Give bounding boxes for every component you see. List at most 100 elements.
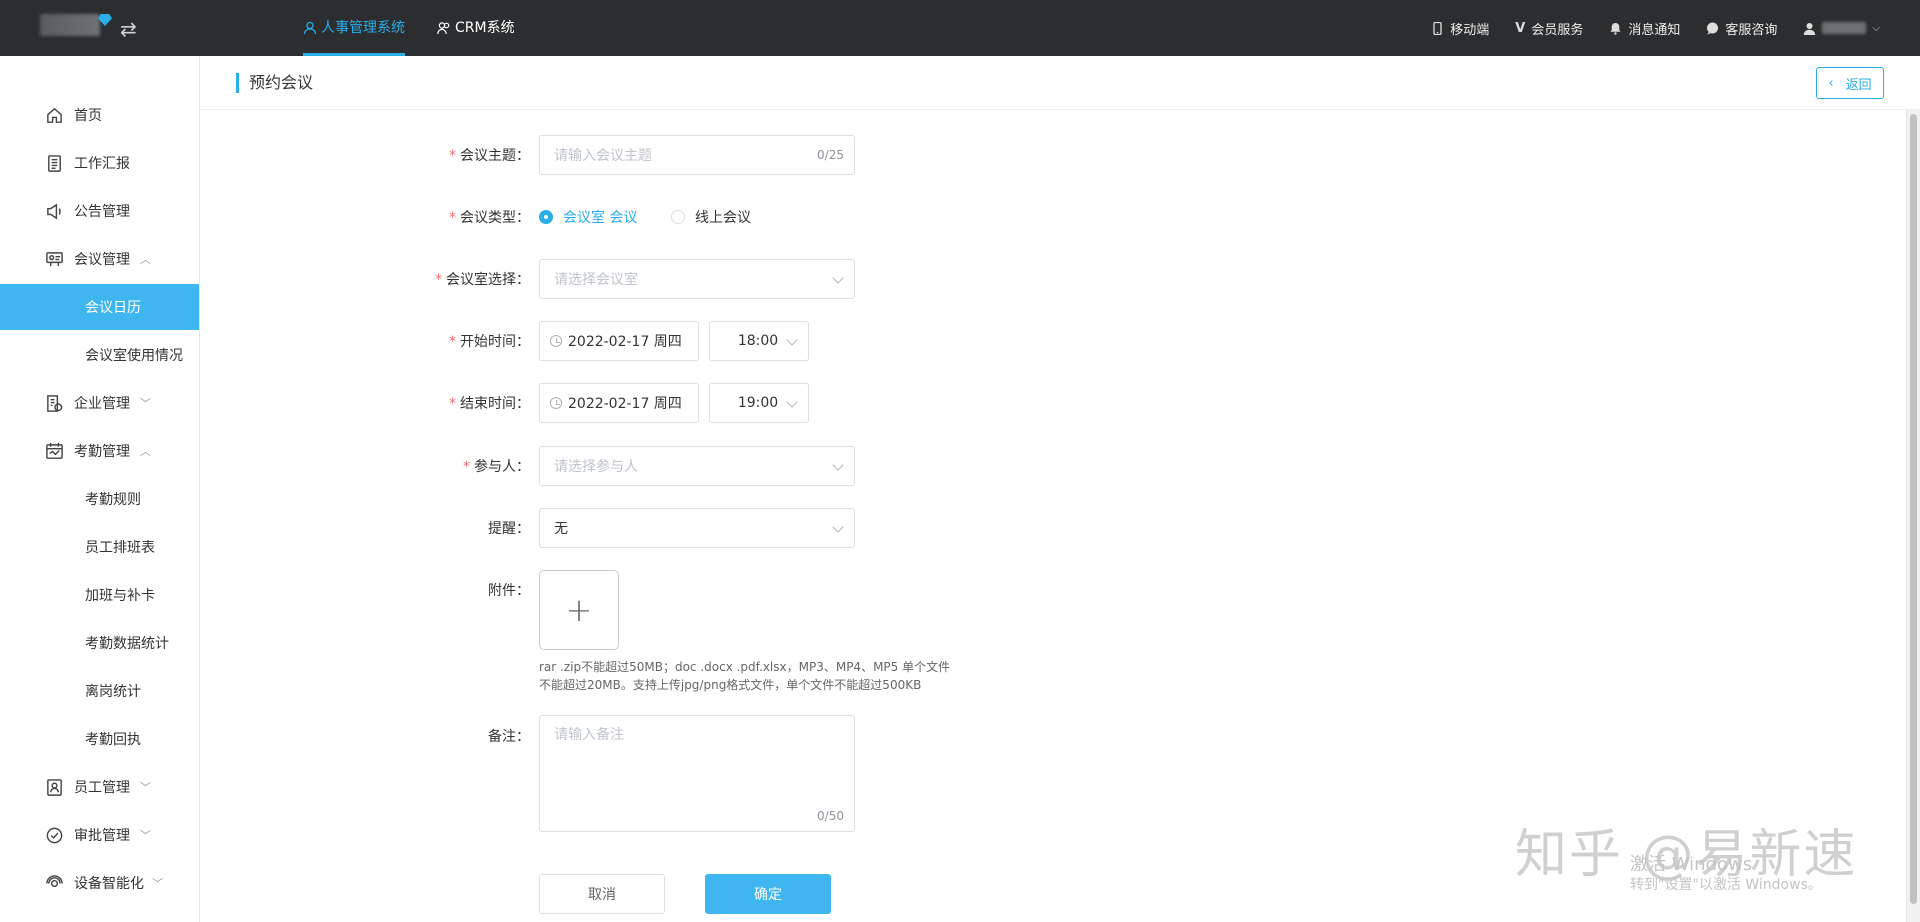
sidebar-item-attendance-management[interactable]: 考勤管理 ︿ [0,428,199,474]
end-time-select[interactable]: 19:00 [709,383,809,423]
clock-icon [550,335,562,347]
radio-online-meeting[interactable]: 线上会议 [671,207,751,227]
chevron-down-icon [832,272,844,284]
windows-activation-hint: 转到"设置"以激活 Windows。 [1630,877,1822,893]
plus-icon: + [565,591,593,629]
confirm-button[interactable]: 确定 [705,874,831,914]
sidebar-item-label: 会议日历 [85,300,141,316]
support-label: 客服咨询 [1725,22,1778,38]
topic-input[interactable]: 请输入会议主题 0/25 [539,135,855,175]
reminder-label: 提醒： [488,521,530,537]
sidebar-item-overtime[interactable]: 加班与补卡 [0,572,199,618]
tab-label: 人事管理系统 [321,20,405,36]
top-right-menu: 移动端 V 会员服务 消息通知 客服咨询 ⌵ [1431,0,1880,56]
sidebar-item-room-usage[interactable]: 会议室使用情况 [0,332,199,378]
sidebar-item-meeting-management[interactable]: 会议管理 ︿ [0,236,199,282]
sidebar-item-label: 考勤回执 [85,732,141,748]
approval-icon [44,825,64,845]
sidebar-item-home[interactable]: 首页 [0,92,199,138]
scrollbar-thumb[interactable] [1910,114,1917,904]
reminder-select[interactable]: 无 [539,508,855,548]
chevron-down-icon [786,396,798,408]
remark-textarea[interactable]: 请输入备注 0/50 [539,715,855,832]
start-time-select[interactable]: 18:00 [709,321,809,361]
windows-activation-watermark: 激活 Windows [1630,854,1753,875]
diamond-icon [98,14,112,26]
sidebar-item-meeting-calendar[interactable]: 会议日历 [0,284,199,330]
start-date-picker[interactable]: 2022-02-17 周四 [539,321,699,361]
mobile-icon [1433,21,1442,35]
bell-icon [1610,22,1621,35]
sidebar-item-shift-schedule[interactable]: 员工排班表 [0,524,199,570]
page-title: 预约会议 [236,73,313,93]
support-link[interactable]: 客服咨询 [1706,19,1777,38]
sidebar-item-enterprise-management[interactable]: 企业管理 ﹀ [0,380,199,426]
end-date-picker[interactable]: 2022-02-17 周四 [539,383,699,423]
sidebar-item-announcements[interactable]: 公告管理 [0,188,199,234]
sidebar-item-attendance-rules[interactable]: 考勤规则 [0,476,199,522]
notification-label: 消息通知 [1628,22,1681,38]
sidebar-item-label: 考勤规则 [85,492,141,508]
sidebar: 首页 工作汇报 公告管理 会议管理 ︿ 会议日历 会议室使用情况 企业管理 ﹀ … [0,56,200,922]
end-date-value: 2022-02-17 周四 [568,396,682,412]
sidebar-item-attendance-stats[interactable]: 考勤数据统计 [0,620,199,666]
back-button[interactable]: ‹ 返回 [1816,67,1884,99]
mobile-link[interactable]: 移动端 [1431,19,1489,38]
attachment-hint: rar .zip不能超过50MB；doc .docx .pdf.xlsx，MP3… [539,658,950,694]
sidebar-item-label: 会议管理 [74,252,130,268]
vertical-scrollbar[interactable] [1906,110,1920,922]
chevron-left-icon: ‹ [1828,75,1834,91]
tab-crm-system[interactable]: CRM系统 [437,0,515,56]
vip-icon: V [1515,20,1526,36]
sidebar-item-absence-stats[interactable]: 离岗统计 [0,668,199,714]
sidebar-item-approval-management[interactable]: 审批管理 ﹀ [0,812,199,858]
vip-link[interactable]: V 会员服务 [1515,19,1583,38]
start-time-label: * 开始时间： [449,334,530,350]
room-select[interactable]: 请选择会议室 [539,259,855,299]
sidebar-item-attendance-receipt[interactable]: 考勤回执 [0,716,199,762]
sidebar-item-label: 离岗统计 [85,684,141,700]
sidebar-item-label: 公告管理 [74,204,130,220]
chevron-down-icon [832,521,844,533]
switch-icon[interactable]: ⇄ [120,17,137,41]
participants-select[interactable]: 请选择参与人 [539,446,855,486]
chevron-up-icon: ︿ [140,445,151,458]
remark-counter: 0/50 [817,809,844,823]
radio-dot [539,210,553,224]
remark-placeholder: 请输入备注 [554,727,624,743]
top-navigation-bar: ⇄ 人事管理系统 CRM系统 移动端 V 会员服务 消息通知 客服咨询 ⌵ [0,0,1920,56]
sidebar-item-employee-management[interactable]: 员工管理 ﹀ [0,764,199,810]
chevron-down-icon: ﹀ [140,781,151,794]
end-time-value: 19:00 [737,395,779,411]
tab-hr-system[interactable]: 人事管理系统 [303,0,405,56]
sidebar-item-device-intelligence[interactable]: 设备智能化 ﹀ [0,860,199,906]
reminder-value: 无 [554,521,568,537]
users-icon [437,22,450,35]
room-placeholder: 请选择会议室 [554,272,638,288]
upload-button[interactable]: + [539,570,619,650]
meeting-icon [44,249,64,269]
topic-label: * 会议主题： [449,148,530,164]
radio-dot [671,210,685,224]
user-icon [303,21,317,35]
sidebar-item-label: 员工管理 [74,780,130,796]
megaphone-icon [44,201,64,221]
cancel-button[interactable]: 取消 [539,874,665,914]
sidebar-item-label: 加班与补卡 [85,588,155,604]
radio-meeting-room[interactable]: 会议室 会议 [539,207,637,227]
user-menu[interactable]: ⌵ [1803,22,1880,35]
notification-link[interactable]: 消息通知 [1609,19,1680,38]
type-label: * 会议类型： [449,210,530,226]
home-icon [44,105,64,125]
sidebar-item-label: 审批管理 [74,828,130,844]
chevron-down-icon: ﹀ [140,829,151,842]
sidebar-item-work-report[interactable]: 工作汇报 [0,140,199,186]
sidebar-item-label: 设备智能化 [74,876,144,892]
end-time-label: * 结束时间： [449,396,530,412]
participants-label: * 参与人： [463,459,530,475]
chevron-down-icon: ﹀ [152,877,163,890]
sidebar-item-label: 考勤管理 [74,444,130,460]
room-label: * 会议室选择： [435,272,530,288]
brand-logo[interactable] [40,14,100,36]
chevron-down-icon: ⌵ [1872,22,1880,34]
